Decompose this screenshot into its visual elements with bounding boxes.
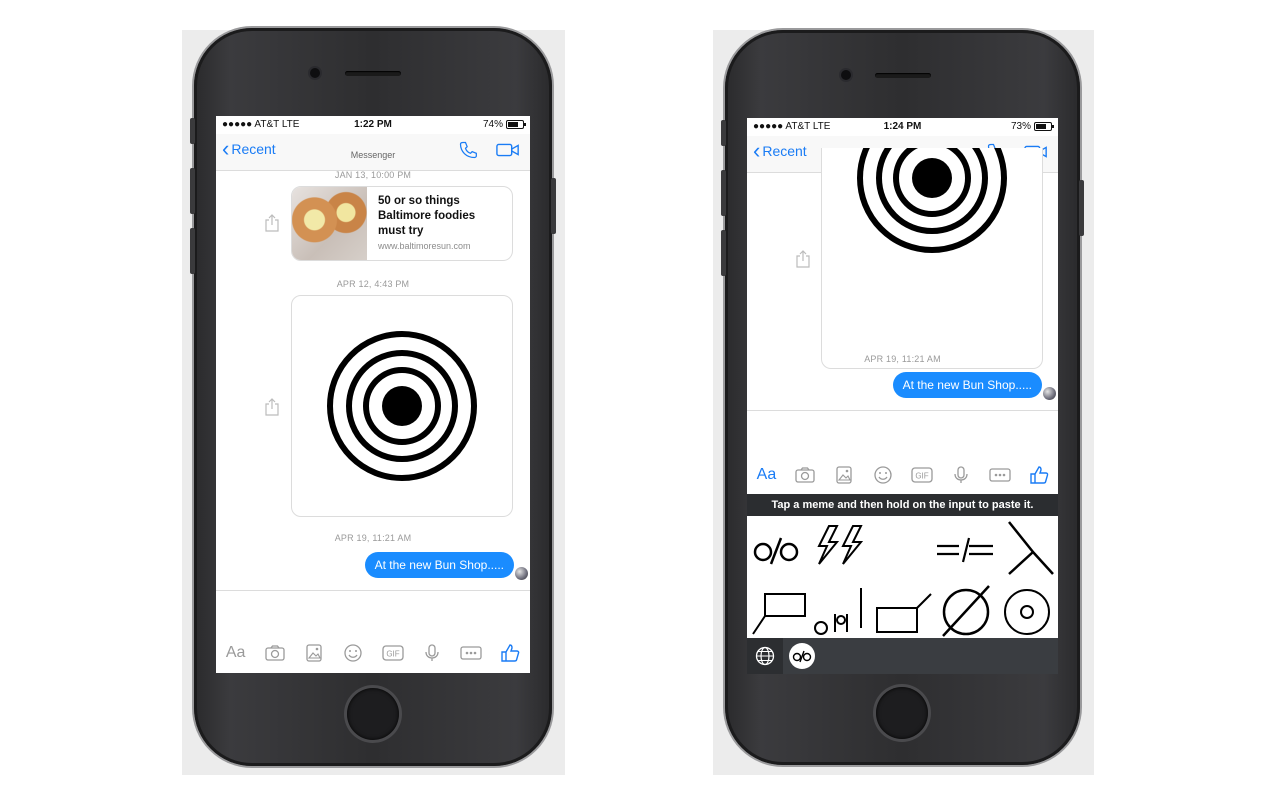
timestamp: JAN 13, 10:00 PM xyxy=(334,170,412,180)
share-icon[interactable] xyxy=(264,214,280,232)
power-button xyxy=(551,178,556,234)
ring-meme[interactable] xyxy=(1001,586,1053,638)
battery-icon xyxy=(506,120,526,129)
power-button xyxy=(1079,180,1084,236)
y-branch-meme[interactable] xyxy=(1005,520,1055,576)
message-bubble[interactable]: At the new Bun Shop..... xyxy=(364,552,514,578)
message-bubble[interactable]: At the new Bun Shop..... xyxy=(892,372,1042,398)
composer-divider xyxy=(747,410,1058,411)
battery-percent: 73% xyxy=(1010,121,1031,132)
link-preview-card[interactable]: 50 or so things Baltimore foodies must t… xyxy=(291,186,513,261)
target-rings-image xyxy=(857,148,1007,253)
text-icon[interactable]: Aa xyxy=(755,464,777,486)
emoji-icon[interactable] xyxy=(872,464,894,486)
meme-grid xyxy=(747,516,1058,638)
text-icon[interactable]: Aa xyxy=(225,642,247,664)
camera-icon[interactable] xyxy=(794,464,816,486)
front-camera xyxy=(841,70,851,80)
mute-switch xyxy=(721,120,726,146)
timestamp: APR 19, 11:21 AM xyxy=(864,354,941,364)
timestamp: APR 19, 11:21 AM xyxy=(334,533,412,543)
volume-up-button xyxy=(190,168,195,214)
svg-text:GIF: GIF xyxy=(386,650,399,659)
gif-icon[interactable]: GIF xyxy=(381,642,404,664)
link-url: www.baltimoresun.com xyxy=(378,241,471,251)
right-phone: ●●●●● AT&T LTE 1:24 PM 73% ‹ Recent Mess… xyxy=(721,30,1084,765)
link-title: 50 or so things Baltimore foodies must t… xyxy=(378,195,476,237)
composer-toolbar: Aa GIF xyxy=(747,462,1058,488)
mic-icon[interactable] xyxy=(421,642,443,664)
timestamp: APR 12, 4:43 PM xyxy=(336,279,410,289)
more-icon[interactable] xyxy=(460,642,482,664)
photo-icon[interactable] xyxy=(833,464,855,486)
flag-meme[interactable] xyxy=(751,590,811,636)
meme-app-icon[interactable] xyxy=(789,643,815,669)
battery-indicator: 74% xyxy=(482,119,526,130)
phone-icon[interactable] xyxy=(458,140,478,160)
like-icon[interactable] xyxy=(1028,464,1050,486)
not-equal-meme[interactable] xyxy=(935,536,995,564)
volume-up-button xyxy=(721,170,726,216)
mute-switch xyxy=(190,118,195,144)
dot-bar-meme[interactable] xyxy=(813,584,867,636)
emoji-icon[interactable] xyxy=(342,642,364,664)
avatar xyxy=(515,567,528,580)
volume-down-button xyxy=(190,228,195,274)
composer-toolbar: Aa GIF xyxy=(216,640,530,666)
box-line-meme[interactable] xyxy=(873,588,933,636)
svg-text:GIF: GIF xyxy=(915,472,928,481)
battery-icon xyxy=(1034,122,1054,131)
null-circle-meme[interactable] xyxy=(937,582,995,638)
photo-icon[interactable] xyxy=(303,642,325,664)
battery-indicator: 73% xyxy=(1010,121,1054,132)
composer-divider xyxy=(216,590,530,591)
share-icon[interactable] xyxy=(264,398,280,416)
share-icon[interactable] xyxy=(795,250,811,268)
left-phone: ●●●●● AT&T LTE 1:22 PM 74% ‹ Recent Mess… xyxy=(190,28,556,766)
target-image-card[interactable] xyxy=(291,295,513,517)
right-screen: ●●●●● AT&T LTE 1:24 PM 73% ‹ Recent Mess… xyxy=(747,118,1058,674)
front-camera xyxy=(310,68,320,78)
globe-icon[interactable] xyxy=(747,638,783,674)
left-screen: ●●●●● AT&T LTE 1:22 PM 74% ‹ Recent Mess… xyxy=(216,116,530,673)
status-bar: ●●●●● AT&T LTE 1:22 PM 74% xyxy=(216,116,530,134)
home-button[interactable] xyxy=(876,687,928,739)
percent-meme[interactable] xyxy=(753,530,801,570)
earpiece xyxy=(345,71,401,76)
food-thumbnail xyxy=(292,187,367,260)
earpiece xyxy=(875,73,931,78)
mic-icon[interactable] xyxy=(950,464,972,486)
camera-icon[interactable] xyxy=(264,642,286,664)
nav-bar: ‹ Recent Messenger xyxy=(216,134,530,171)
double-lightning-meme[interactable] xyxy=(815,524,867,568)
status-bar: ●●●●● AT&T LTE 1:24 PM 73% xyxy=(747,118,1058,136)
target-rings-image xyxy=(327,331,477,481)
meme-keyboard-hint: Tap a meme and then hold on the input to… xyxy=(747,494,1058,516)
target-image-card[interactable] xyxy=(821,148,1043,369)
video-icon[interactable] xyxy=(496,140,520,160)
gif-icon[interactable]: GIF xyxy=(911,464,933,486)
home-button[interactable] xyxy=(347,688,399,740)
volume-down-button xyxy=(721,230,726,276)
like-icon[interactable] xyxy=(499,642,521,664)
avatar xyxy=(1043,387,1056,400)
keyboard-bottom-bar xyxy=(747,638,1058,674)
more-icon[interactable] xyxy=(989,464,1011,486)
battery-percent: 74% xyxy=(482,119,503,130)
